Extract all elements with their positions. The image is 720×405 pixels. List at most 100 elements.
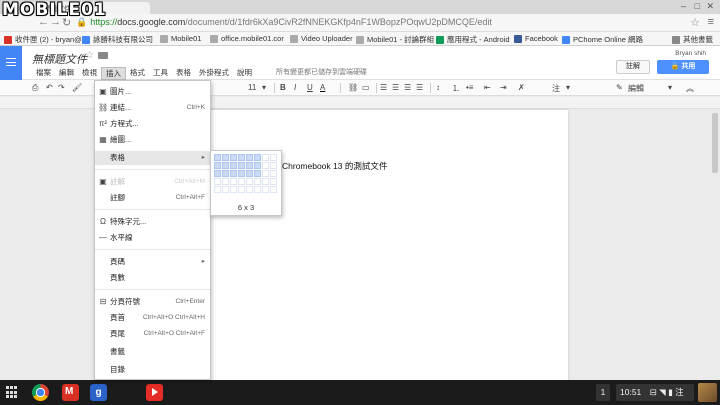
bookmark-item[interactable]: 應用程式 - Android (436, 34, 510, 45)
table-grid-cell[interactable] (262, 186, 269, 193)
chevron-down-icon[interactable]: ▾ (566, 83, 570, 92)
bookmark-item[interactable]: 詠勝科技有限公司 (82, 34, 153, 45)
table-grid-cell[interactable] (214, 178, 221, 185)
bookmark-item[interactable]: 收件匣 (2) - bryan@ (4, 34, 82, 45)
table-grid[interactable] (214, 154, 277, 193)
menu-table[interactable]: 表格 (172, 67, 195, 80)
table-grid-cell[interactable] (214, 154, 221, 161)
italic-button[interactable]: I (294, 83, 296, 92)
chevron-down-icon[interactable]: ▾ (262, 83, 266, 92)
editing-mode-button[interactable]: 編輯 (628, 83, 644, 94)
insert-menu-item[interactable]: ▦ 繪圖... (95, 133, 210, 147)
table-grid-cell[interactable] (246, 178, 253, 185)
scrollbar[interactable] (712, 113, 718, 173)
avatar[interactable] (698, 383, 717, 402)
input-tools-button[interactable]: 注 (552, 83, 560, 94)
insert-menu-item[interactable]: ⛓ 連結... Ctrl+K (95, 101, 210, 115)
bold-button[interactable]: B (280, 83, 286, 92)
docs-logo-icon[interactable] (0, 46, 22, 80)
insert-menu-item[interactable]: 頁首 Ctrl+Alt+O Ctrl+Alt+H (95, 311, 210, 325)
table-grid-cell[interactable] (270, 170, 277, 177)
save-status[interactable]: 所有變更都已儲存到雲端硬碟 (276, 67, 367, 77)
line-spacing-icon[interactable]: ↕ (436, 83, 440, 92)
table-grid-cell[interactable] (214, 186, 221, 193)
document-text[interactable]: Chromebook 13 的測試文件 (282, 160, 387, 172)
insert-menu-item[interactable]: ▣ 圖片... (95, 85, 210, 99)
bookmark-item[interactable]: Facebook (514, 34, 558, 43)
table-grid-cell[interactable] (254, 154, 261, 161)
link-icon[interactable]: ⛓ (348, 83, 358, 92)
table-grid-cell[interactable] (214, 170, 221, 177)
table-grid-cell[interactable] (230, 162, 237, 169)
table-grid-cell[interactable] (270, 186, 277, 193)
insert-menu-item[interactable]: 頁數 (95, 271, 210, 285)
insert-menu-item[interactable]: 書籤 (95, 345, 210, 359)
clear-format-icon[interactable]: ✗ (518, 83, 525, 92)
decrease-indent-icon[interactable]: ⇤ (484, 83, 491, 92)
table-grid-cell[interactable] (246, 162, 253, 169)
maximize-icon[interactable]: □ (695, 1, 700, 11)
bookmark-star-icon[interactable]: ☆ (690, 16, 700, 29)
bookmark-item[interactable]: Mobile01 - 討論群組 (356, 34, 434, 45)
minimize-icon[interactable]: ‒ (681, 1, 686, 11)
text-color-button[interactable]: A (320, 83, 325, 92)
youtube-icon[interactable] (146, 384, 163, 401)
chevron-down-icon[interactable]: ▾ (668, 83, 672, 92)
comments-button[interactable]: 註解 (616, 60, 650, 74)
menu-view[interactable]: 檢視 (78, 67, 101, 80)
table-grid-cell[interactable] (238, 162, 245, 169)
menu-insert[interactable]: 插入 (101, 67, 126, 80)
menu-edit[interactable]: 編輯 (55, 67, 78, 80)
align-center-icon[interactable]: ☰ (392, 83, 399, 92)
table-grid-cell[interactable] (238, 178, 245, 185)
insert-menu-item[interactable]: 註腳 Ctrl+Alt+F (95, 191, 210, 205)
numbered-list-icon[interactable]: ⒈ (452, 83, 460, 94)
insert-menu-item[interactable]: 目錄 (95, 363, 210, 377)
status-tray[interactable]: 10:51 ⊟ ◥ ▮ 注 (616, 384, 694, 401)
table-grid-cell[interactable] (262, 178, 269, 185)
table-grid-cell[interactable] (270, 162, 277, 169)
bookmark-item[interactable]: Mobile01 (160, 34, 201, 43)
bulleted-list-icon[interactable]: •≡ (466, 83, 473, 92)
table-grid-cell[interactable] (262, 170, 269, 177)
table-grid-cell[interactable] (230, 186, 237, 193)
font-size-value[interactable]: 11 (248, 83, 256, 92)
table-grid-cell[interactable] (238, 154, 245, 161)
menu-format[interactable]: 格式 (126, 67, 149, 80)
app-launcher-icon[interactable] (6, 386, 19, 399)
underline-button[interactable]: U (307, 83, 313, 92)
table-grid-cell[interactable] (262, 162, 269, 169)
table-grid-cell[interactable] (254, 186, 261, 193)
other-bookmarks[interactable]: 其他書籤 (672, 34, 713, 45)
notification-count[interactable]: 1 (596, 384, 610, 401)
table-grid-cell[interactable] (238, 170, 245, 177)
menu-addons[interactable]: 外掛程式 (195, 67, 233, 80)
align-left-icon[interactable]: ☰ (380, 83, 387, 92)
table-grid-cell[interactable] (214, 162, 221, 169)
collapse-icon[interactable]: ︽ (686, 83, 694, 94)
menu-tools[interactable]: 工具 (149, 67, 172, 80)
insert-menu-item[interactable]: 頁尾 Ctrl+Alt+O Ctrl+Alt+F (95, 327, 210, 341)
insert-menu-item[interactable]: π² 方程式... (95, 117, 210, 131)
redo-icon[interactable]: ↷ (58, 83, 65, 92)
gmail-icon[interactable] (62, 384, 79, 401)
google-plus-icon[interactable]: g (90, 384, 107, 401)
table-grid-cell[interactable] (222, 154, 229, 161)
table-grid-cell[interactable] (222, 162, 229, 169)
bookmark-item[interactable]: office.mobile01.cor (210, 34, 284, 43)
table-grid-cell[interactable] (238, 186, 245, 193)
table-grid-cell[interactable] (270, 154, 277, 161)
print-icon[interactable]: ⎙ (32, 83, 38, 93)
chrome-menu-icon[interactable]: ≡ (708, 16, 714, 28)
insert-menu-item[interactable]: 頁碼 ▸ (95, 255, 210, 269)
table-grid-cell[interactable] (222, 170, 229, 177)
comment-icon[interactable]: ▭ (362, 83, 370, 92)
share-button[interactable]: 🔒 共用 (657, 60, 709, 74)
bookmark-item[interactable]: Video Uploader (290, 34, 353, 43)
insert-menu-item[interactable]: Ω 特殊字元... (95, 215, 210, 229)
align-right-icon[interactable]: ☰ (404, 83, 411, 92)
table-grid-cell[interactable] (270, 178, 277, 185)
insert-menu-item[interactable]: ⊟ 分頁符號 Ctrl+Enter (95, 295, 210, 309)
bookmark-item[interactable]: PChome Online 網路 (562, 34, 643, 45)
insert-menu-item[interactable]: — 水平線 (95, 231, 210, 245)
